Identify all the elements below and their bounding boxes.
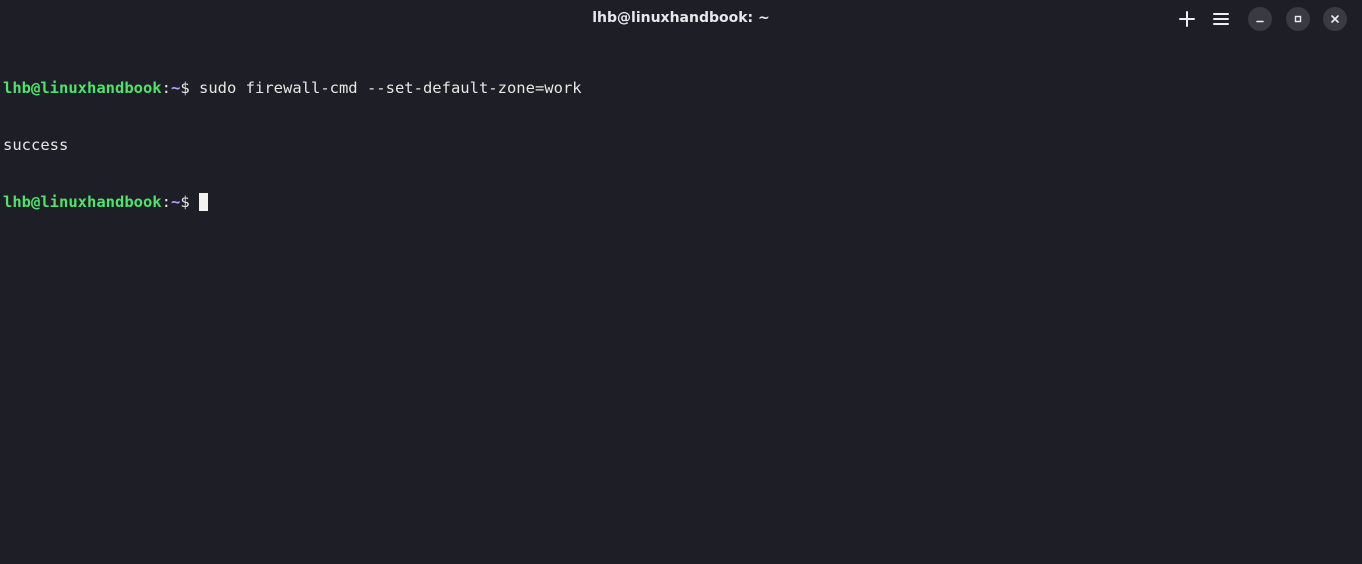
- close-icon: [1331, 15, 1339, 23]
- prompt-user-host: lhb@linuxhandbook: [3, 193, 162, 211]
- new-tab-button[interactable]: [1175, 7, 1199, 31]
- prompt-colon: :: [161, 79, 171, 97]
- maximize-icon: [1294, 15, 1302, 23]
- window-title: lhb@linuxhandbook: ~: [592, 10, 770, 26]
- terminal-output-area[interactable]: lhb@linuxhandbook:~$ sudo firewall-cmd -…: [3, 41, 1362, 564]
- command-output: success: [3, 136, 69, 154]
- terminal-line-prompt: lhb@linuxhandbook:~$: [3, 193, 1362, 212]
- prompt-colon: :: [161, 193, 171, 211]
- command-text: sudo firewall-cmd --set-default-zone=wor…: [199, 79, 582, 97]
- text-cursor: [199, 193, 208, 211]
- terminal-line-output: success: [3, 136, 1362, 155]
- menu-button[interactable]: [1209, 7, 1233, 31]
- prompt-path: ~: [170, 193, 181, 211]
- terminal-line-command: lhb@linuxhandbook:~$ sudo firewall-cmd -…: [3, 79, 1362, 98]
- prompt-path: ~: [170, 79, 181, 97]
- maximize-button[interactable]: [1286, 7, 1310, 31]
- minimize-button[interactable]: [1248, 7, 1272, 31]
- header-bar: lhb@linuxhandbook: ~: [0, 0, 1362, 38]
- prompt-symbol: $: [180, 193, 199, 211]
- terminal-window: lhb@linuxhandbook: ~ lhb@linuxhandbook:~…: [0, 0, 1362, 564]
- prompt-symbol: $: [180, 79, 199, 97]
- close-button[interactable]: [1323, 7, 1347, 31]
- minimize-icon: [1256, 20, 1264, 23]
- hamburger-menu-icon: [1213, 13, 1229, 25]
- plus-icon: [1179, 11, 1195, 27]
- prompt-user-host: lhb@linuxhandbook: [3, 79, 162, 97]
